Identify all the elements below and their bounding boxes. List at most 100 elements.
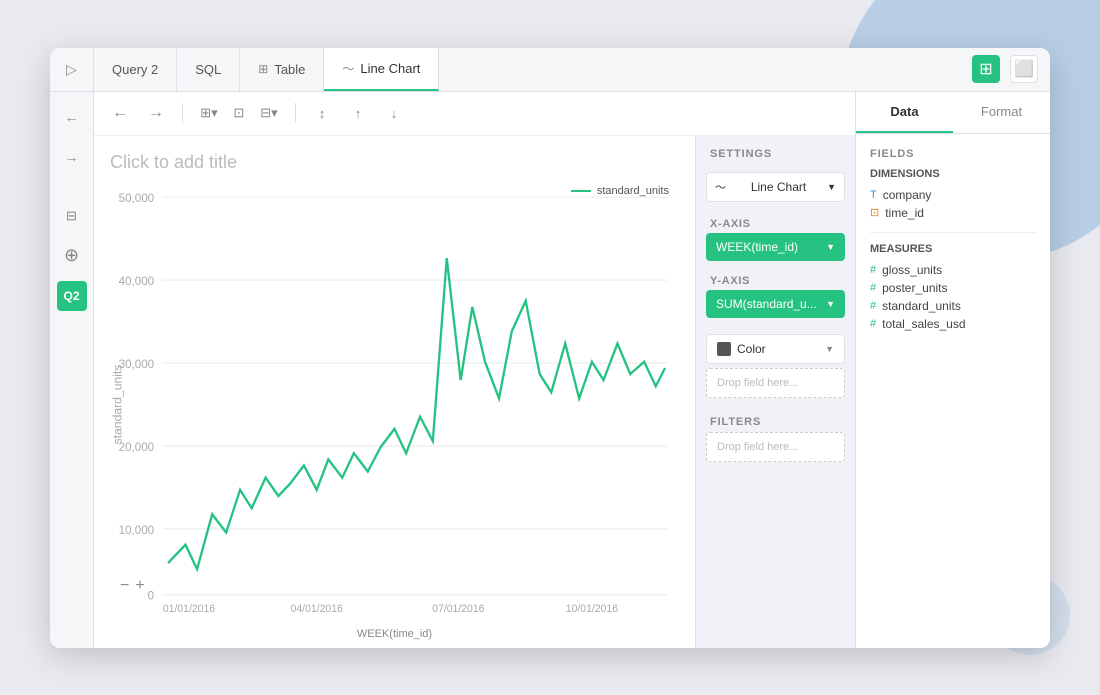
toolbar-back[interactable]: ← xyxy=(106,99,134,127)
tab-table-label: Table xyxy=(274,62,305,77)
color-drop-label: Drop field here... xyxy=(717,377,798,389)
toolbar-layout-icon[interactable]: ⊟▾ xyxy=(255,99,283,127)
fields-label: FIELDS xyxy=(870,148,1036,160)
zoom-plus-button[interactable]: + xyxy=(135,578,144,594)
back-button[interactable]: ← xyxy=(57,102,87,132)
dimensions-label: DIMENSIONS xyxy=(870,168,1036,180)
chart-type-chevron: ▼ xyxy=(827,182,836,192)
field-name-total_sales_usd: total_sales_usd xyxy=(882,317,965,331)
tab-sql[interactable]: SQL xyxy=(177,48,240,91)
tab-query2-label: Query 2 xyxy=(112,62,158,77)
y-axis-chevron: ▼ xyxy=(826,299,835,309)
y-axis-label: Y-Axis xyxy=(696,269,855,290)
tab-format[interactable]: Format xyxy=(953,92,1050,133)
svg-text:standard_units: standard_units xyxy=(111,364,125,444)
field-total_sales_usd[interactable]: # total_sales_usd xyxy=(870,315,1036,333)
tabs-bar: ▷ Query 2 SQL ⊞ Table 〜 Line Chart ⊞ ⬜ xyxy=(50,48,1050,92)
table-icon: ⊞ xyxy=(258,62,268,76)
right-panel-content: FIELDS DIMENSIONS T company ⊡ time_id ME… xyxy=(856,134,1050,648)
tab-data[interactable]: Data xyxy=(856,92,953,133)
settings-header: SETTINGS xyxy=(696,136,855,168)
forward-button[interactable]: → xyxy=(57,142,87,172)
field-standard_units[interactable]: # standard_units xyxy=(870,297,1036,315)
svg-text:50,000: 50,000 xyxy=(119,190,155,204)
right-panel: Data Format FIELDS DIMENSIONS T company … xyxy=(855,92,1050,648)
toolbar: ← → ⊞▾ ⊡ ⊟▾ ↕ ↑ ↓ xyxy=(94,92,855,136)
tab-right-icons: ⊞ ⬜ xyxy=(960,48,1050,91)
chart-type-value: Line Chart xyxy=(751,180,806,194)
field-icon-gloss_units: # xyxy=(870,264,876,276)
field-icon-poster_units: # xyxy=(870,282,876,294)
y-axis-field[interactable]: SUM(standard_u... ▼ xyxy=(706,290,845,318)
x-axis-value: WEEK(time_id) xyxy=(716,240,798,254)
tab-spacer xyxy=(439,48,960,91)
field-name-company: company xyxy=(883,188,932,202)
toolbar-view-icon[interactable]: ⊞▾ xyxy=(195,99,223,127)
left-sidebar: ← → ⊟ ⊕ Q2 xyxy=(50,92,94,648)
share-button[interactable]: ⬜ xyxy=(1010,55,1038,83)
chart-wrapper: standard_units 50,000 40,000 30,000 20,0… xyxy=(110,185,679,624)
measures-label: MEASURES xyxy=(870,243,1036,255)
filter-drop-label: Drop field here... xyxy=(717,441,798,453)
tab-sql-label: SQL xyxy=(195,62,221,77)
x-axis-label: X-Axis xyxy=(696,212,855,233)
field-gloss_units[interactable]: # gloss_units xyxy=(870,261,1036,279)
settings-panel: SETTINGS 〜 Line Chart ▼ X-Axis WEEK(time… xyxy=(695,136,855,648)
svg-text:0: 0 xyxy=(148,588,155,602)
svg-text:10,000: 10,000 xyxy=(119,522,155,536)
content-area: ← → ⊞▾ ⊡ ⊟▾ ↕ ↑ ↓ Click to add title xyxy=(94,92,855,648)
toolbar-grid-icon[interactable]: ⊡ xyxy=(225,99,253,127)
field-company[interactable]: T company xyxy=(870,186,1036,204)
field-poster_units[interactable]: # poster_units xyxy=(870,279,1036,297)
linechart-icon: 〜 xyxy=(342,60,354,77)
x-axis-chevron: ▼ xyxy=(826,242,835,252)
color-chevron: ▼ xyxy=(825,344,834,354)
x-axis-field[interactable]: WEEK(time_id) ▼ xyxy=(706,233,845,261)
separator1 xyxy=(182,103,183,123)
main-window: ▷ Query 2 SQL ⊞ Table 〜 Line Chart ⊞ ⬜ xyxy=(50,48,1050,648)
tab-data-label: Data xyxy=(890,104,918,119)
toolbar-group1: ⊞▾ ⊡ ⊟▾ xyxy=(195,99,283,127)
chart-zoom: − + xyxy=(120,578,145,594)
q2-badge[interactable]: Q2 xyxy=(57,281,87,311)
field-time_id[interactable]: ⊡ time_id xyxy=(870,204,1036,222)
grid-view-button[interactable]: ⊞ xyxy=(972,55,1000,83)
svg-text:04/01/2016: 04/01/2016 xyxy=(291,602,343,614)
y-axis-value: SUM(standard_u... xyxy=(716,297,817,311)
color-swatch xyxy=(717,342,731,356)
field-name-gloss_units: gloss_units xyxy=(882,263,942,277)
chart-type-select[interactable]: 〜 Line Chart ▼ xyxy=(706,172,845,202)
chart-type-row: 〜 Line Chart ▼ xyxy=(696,168,855,212)
chart-settings-area: Click to add title standard_units 50,000 xyxy=(94,136,855,648)
field-icon-standard_units: # xyxy=(870,300,876,312)
q2-label: Q2 xyxy=(63,289,79,303)
svg-text:07/01/2016: 07/01/2016 xyxy=(432,602,484,614)
chart-x-label: WEEK(time_id) xyxy=(110,624,679,648)
tab-table[interactable]: ⊞ Table xyxy=(240,48,324,91)
tab-linechart[interactable]: 〜 Line Chart xyxy=(324,48,439,91)
legend-label: standard_units xyxy=(597,185,669,197)
plus-circle-icon[interactable]: ⊕ xyxy=(57,241,87,271)
svg-text:40,000: 40,000 xyxy=(119,273,155,287)
toolbar-sort-desc-icon[interactable]: ↓ xyxy=(380,99,408,127)
toolbar-forward[interactable]: → xyxy=(142,99,170,127)
divider1 xyxy=(870,232,1036,233)
filter-icon[interactable]: ⊟ xyxy=(57,201,87,231)
sidebar-toggle[interactable]: ▷ xyxy=(50,48,94,91)
toolbar-sort-asc-icon[interactable]: ↑ xyxy=(344,99,372,127)
svg-text:10/01/2016: 10/01/2016 xyxy=(566,602,618,614)
separator2 xyxy=(295,103,296,123)
filter-drop-zone[interactable]: Drop field here... xyxy=(706,432,845,462)
toolbar-pivot-icon[interactable]: ↕ xyxy=(308,99,336,127)
color-drop-zone[interactable]: Drop field here... xyxy=(706,368,845,398)
body-area: ← → ⊟ ⊕ Q2 ← → ⊞▾ ⊡ ⊟▾ ↕ xyxy=(50,92,1050,648)
tab-format-label: Format xyxy=(981,104,1022,119)
filters-header: FILTERS xyxy=(696,408,855,432)
chart-title[interactable]: Click to add title xyxy=(110,152,679,173)
chart-type-icon: 〜 xyxy=(715,179,726,195)
zoom-minus-button[interactable]: − xyxy=(120,578,129,594)
field-name-poster_units: poster_units xyxy=(882,281,947,295)
color-row[interactable]: Color ▼ xyxy=(706,334,845,364)
right-panel-tabs: Data Format xyxy=(856,92,1050,134)
tab-query2[interactable]: Query 2 xyxy=(94,48,177,91)
